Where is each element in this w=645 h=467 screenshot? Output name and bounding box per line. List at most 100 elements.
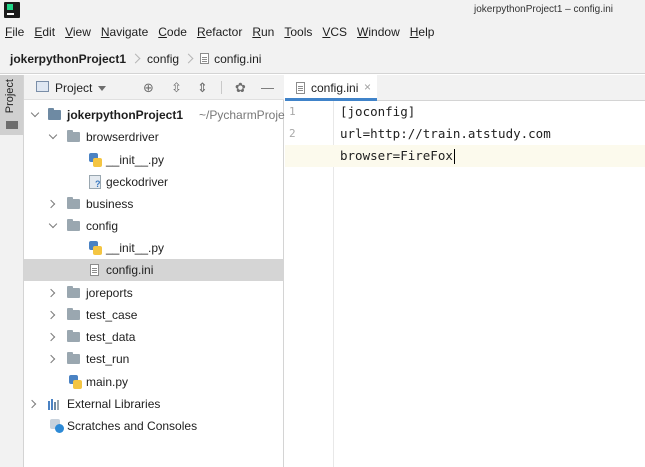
chevron-down-icon[interactable] (48, 219, 58, 229)
chevron-right-icon[interactable] (46, 310, 56, 320)
folder-icon (67, 308, 80, 320)
tree-row-config-init[interactable]: __init__.py (24, 237, 284, 259)
tree-label: config (86, 219, 119, 233)
python-file-icon (69, 375, 82, 389)
chevron-down-icon[interactable] (48, 130, 58, 140)
tree-row-main-py[interactable]: main.py (24, 371, 284, 393)
folder-icon (6, 121, 18, 129)
project-tool-window-tab[interactable]: Project (0, 75, 23, 135)
tree-row-config[interactable]: config (24, 215, 284, 237)
breadcrumb-project[interactable]: jokerpythonProject1 (10, 52, 126, 66)
chevron-right-icon[interactable] (27, 399, 37, 409)
menu-view[interactable]: View (65, 25, 91, 39)
chevron-right-icon[interactable] (46, 332, 56, 342)
tree-label: Scratches and Consoles (67, 419, 198, 433)
project-panel-header: Project ⊕ ⇳ ⇕ ✿ — (24, 75, 284, 100)
ini-file-icon (90, 264, 99, 276)
tree-path: ~/PycharmProject (199, 108, 295, 122)
python-file-icon (89, 241, 102, 255)
tab-config-ini[interactable]: config.ini × (285, 75, 377, 101)
code-line[interactable]: [joconfig] (340, 101, 415, 123)
tree-row-geckodriver[interactable]: geckodriver (24, 171, 284, 193)
chevron-right-icon[interactable] (46, 288, 56, 298)
tree-label: browserdriver (86, 130, 159, 144)
tree-row-scratches[interactable]: Scratches and Consoles (24, 415, 284, 437)
tree-label: joreports (86, 286, 133, 300)
tree-row-business[interactable]: business (24, 193, 284, 215)
code-text: url=http://train.atstudy.com (340, 126, 551, 141)
project-view-selector[interactable]: Project (55, 81, 92, 95)
expand-all-icon[interactable]: ⇳ (169, 80, 184, 95)
code-text: browser=FireFox (340, 148, 453, 163)
folder-icon (67, 330, 80, 342)
menu-code[interactable]: Code (158, 25, 187, 39)
menu-navigate[interactable]: Navigate (101, 25, 148, 39)
tree-label: jokerpythonProject1 (67, 108, 184, 122)
project-view-icon (36, 81, 49, 92)
gear-icon[interactable]: ✿ (233, 80, 248, 95)
tab-label: config.ini (311, 81, 359, 95)
pycharm-logo-icon (4, 2, 20, 18)
tool-window-strip: Project (0, 75, 24, 467)
tree-label: test_run (86, 352, 130, 366)
line-number: 2 (289, 127, 296, 140)
ini-file-icon (296, 82, 305, 94)
folder-icon (67, 219, 80, 231)
locate-file-icon[interactable]: ⊕ (141, 80, 156, 95)
line-number: 1 (289, 105, 296, 118)
hide-icon[interactable]: — (260, 80, 275, 95)
window-title: jokerpythonProject1 – config.ini (474, 4, 613, 15)
library-icon (48, 399, 61, 410)
folder-icon (67, 130, 80, 142)
menu-window[interactable]: Window (357, 25, 400, 39)
folder-icon (67, 352, 80, 364)
python-file-icon (89, 153, 102, 167)
breadcrumb-chevron-icon (130, 53, 141, 64)
tree-label: geckodriver (106, 175, 169, 189)
tree-row-test-run[interactable]: test_run (24, 348, 284, 370)
title-bar: jokerpythonProject1 – config.ini (0, 0, 645, 20)
tree-row-browserdriver[interactable]: browserdriver (24, 126, 284, 148)
tree-row-test-data[interactable]: test_data (24, 326, 284, 348)
tree-label: main.py (86, 375, 129, 389)
menu-edit[interactable]: Edit (34, 25, 55, 39)
breadcrumb-folder[interactable]: config (147, 52, 179, 66)
unknown-file-icon (89, 175, 102, 189)
text-caret (453, 149, 456, 164)
code-line[interactable]: url=http://train.atstudy.com (340, 123, 551, 145)
tree-label: config.ini (106, 263, 154, 277)
chevron-right-icon[interactable] (46, 199, 56, 209)
tree-label: test_case (86, 308, 138, 322)
tree-row-test-case[interactable]: test_case (24, 304, 284, 326)
menu-vcs[interactable]: VCS (322, 25, 347, 39)
tree-row-external-libraries[interactable]: External Libraries (24, 393, 284, 415)
tree-label: business (86, 197, 134, 211)
tree-row-config-ini[interactable]: config.ini (24, 259, 284, 281)
close-icon[interactable]: × (364, 80, 371, 94)
chevron-down-icon[interactable] (98, 86, 106, 91)
collapse-all-icon[interactable]: ⇕ (195, 80, 210, 95)
tree-row-browserdriver-init[interactable]: __init__.py (24, 149, 284, 171)
tree-label: __init__.py (106, 241, 165, 255)
project-panel: Project ⊕ ⇳ ⇕ ✿ — jokerpythonProject1 ~/… (24, 75, 294, 467)
menu-run[interactable]: Run (252, 25, 274, 39)
breadcrumb-file[interactable]: config.ini (214, 52, 261, 66)
menu-help[interactable]: Help (410, 25, 435, 39)
folder-icon (67, 197, 80, 209)
project-tab-label: Project (4, 79, 16, 114)
ini-file-icon (200, 53, 210, 64)
code-editor[interactable]: 1 2 3 [joconfig] url=http://train.atstud… (285, 101, 645, 467)
folder-icon (67, 286, 80, 298)
chevron-down-icon[interactable] (30, 108, 40, 118)
menu-bar: File Edit View Navigate Code Refactor Ru… (0, 20, 645, 44)
breadcrumb: jokerpythonProject1 config config.ini (0, 44, 645, 74)
scratches-icon (50, 419, 64, 433)
code-line-current[interactable]: browser=FireFox (285, 145, 645, 167)
menu-file[interactable]: File (5, 25, 24, 39)
menu-refactor[interactable]: Refactor (197, 25, 242, 39)
chevron-right-icon[interactable] (46, 354, 56, 364)
toolbar-divider (221, 81, 222, 94)
tree-row-joreports[interactable]: joreports (24, 282, 284, 304)
tree-row-root[interactable]: jokerpythonProject1 ~/PycharmProject (24, 104, 294, 126)
menu-tools[interactable]: Tools (284, 25, 312, 39)
